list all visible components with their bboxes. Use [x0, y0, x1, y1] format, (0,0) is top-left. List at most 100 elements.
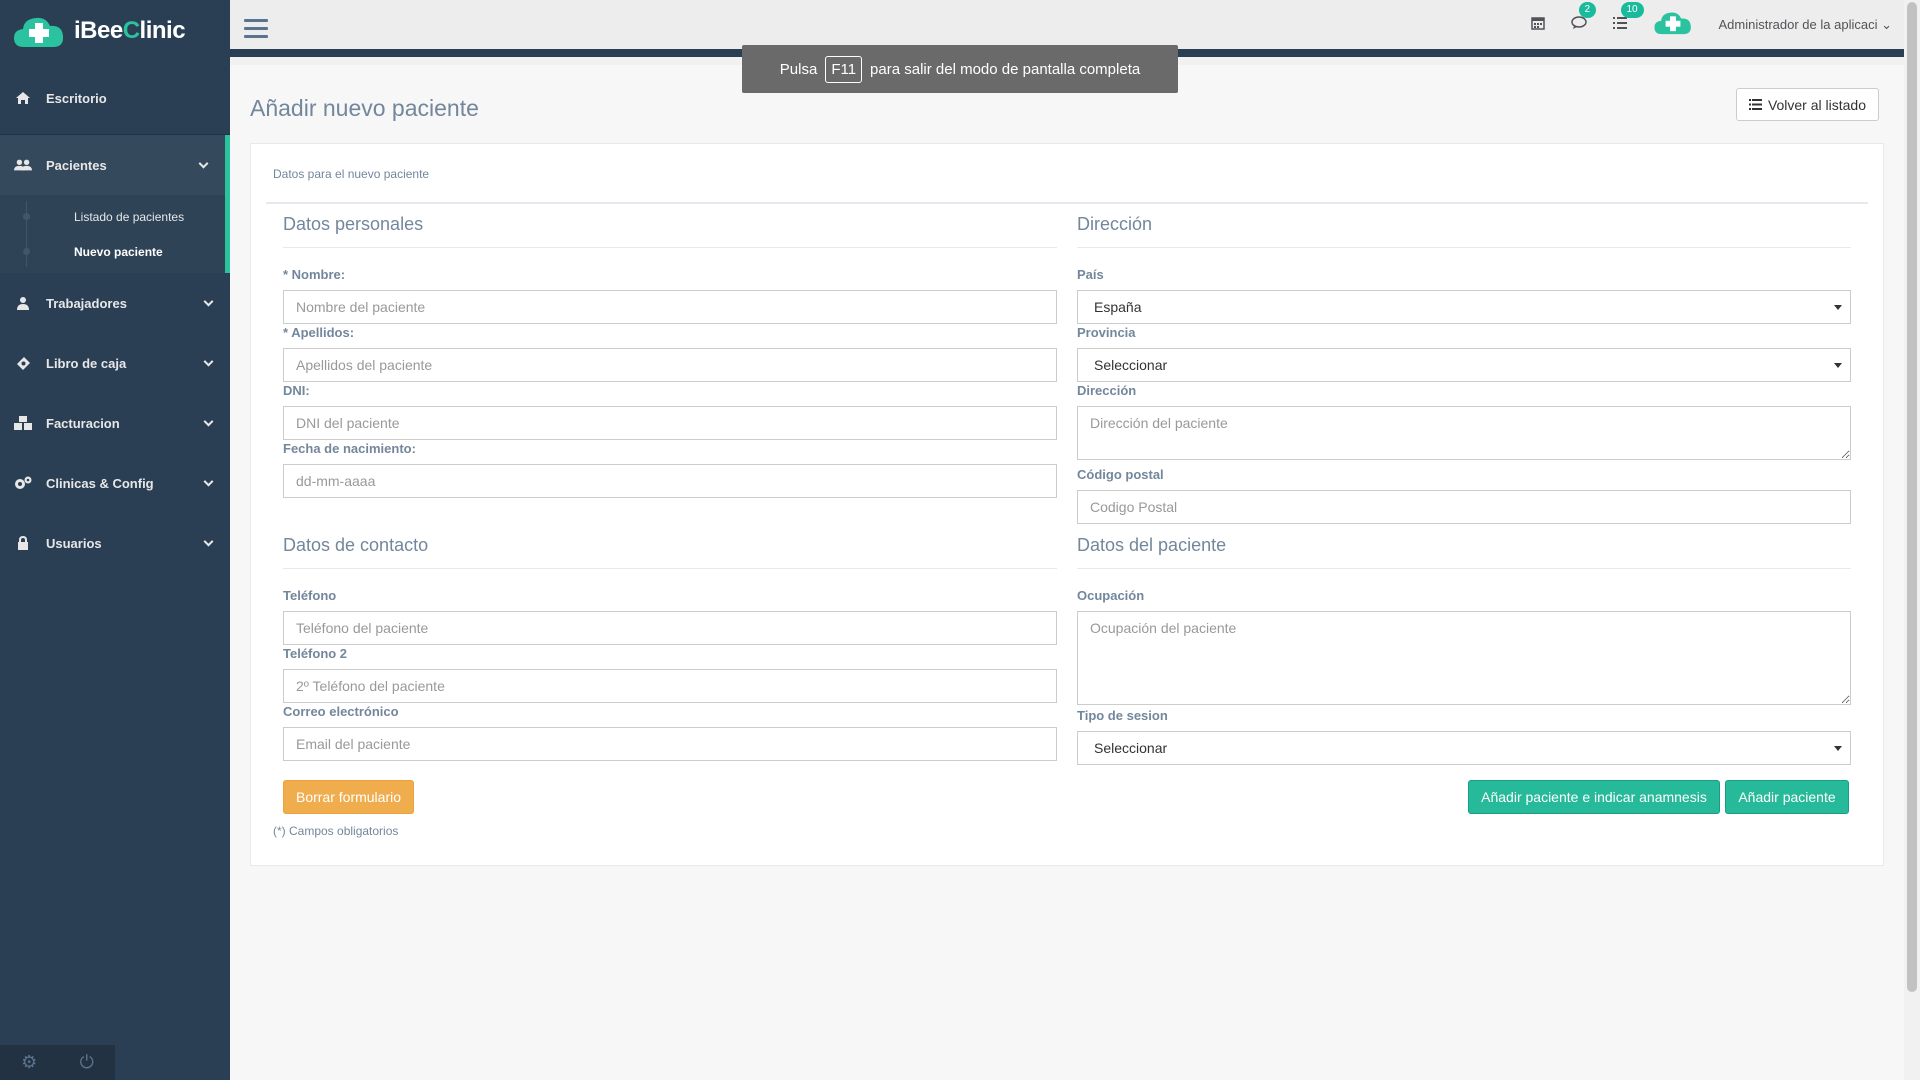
top-right-menu: 2 10 Administrador de la aplicaci ⌄ [1530, 0, 1893, 49]
bullet-icon [23, 248, 30, 255]
panel-title: Datos para el nuevo paciente [273, 167, 430, 181]
sidebar-footer: ⚙ ⏻ [0, 1045, 115, 1080]
direccion-label: Dirección [1077, 383, 1137, 398]
sidebar-item-label: Escritorio [46, 90, 107, 106]
back-button-label: Volver al listado [1767, 96, 1866, 113]
contact-section: Datos de contacto Teléfono Teléfono 2 Co… [283, 535, 1057, 761]
power-icon[interactable]: ⏻ [80, 1052, 94, 1073]
telefono2-label: Teléfono 2 [283, 646, 348, 661]
ocupacion-label: Ocupación [1077, 588, 1145, 603]
messages-badge: 2 [1578, 2, 1597, 18]
sidebar-item-facturacion[interactable]: Facturacion [0, 393, 230, 453]
patient-data-section: Datos del paciente Ocupación Tipo de ses… [1077, 535, 1851, 765]
ocupacion-textarea[interactable] [1077, 611, 1851, 705]
email-input[interactable] [283, 727, 1057, 761]
divider [266, 202, 1868, 204]
nombre-input[interactable] [283, 290, 1057, 324]
telefono-input[interactable] [283, 611, 1057, 645]
messages-icon[interactable]: 2 [1570, 2, 1597, 33]
sidebar-item-escritorio[interactable]: Escritorio [0, 68, 230, 128]
nombre-label: * Nombre: [283, 267, 346, 282]
toast-prefix: Pulsa [779, 60, 818, 78]
telefono-label: Teléfono [283, 588, 337, 603]
fullscreen-toast: Pulsa F11 para salir del modo de pantall… [742, 45, 1178, 93]
home-icon [14, 90, 32, 106]
list-icon [1748, 97, 1762, 113]
sidebar-item-clinicas-config[interactable]: Clinicas & Config [0, 453, 230, 513]
cogs-icon [14, 475, 32, 491]
provincia-selected-value: Seleccionar [1094, 357, 1168, 373]
user-name: Administrador de la aplicaci [1718, 16, 1878, 32]
money-icon [14, 355, 32, 371]
sidebar-item-label: Facturacion [46, 415, 120, 431]
cubes-icon [14, 415, 32, 431]
chevron-down-icon [203, 356, 214, 367]
user-menu[interactable]: Administrador de la aplicaci ⌄ [1719, 17, 1893, 33]
scrollbar[interactable] [1904, 0, 1920, 1080]
section-title: Datos del paciente [1077, 535, 1851, 569]
codigo-postal-input[interactable] [1077, 490, 1851, 524]
email-label: Correo electrónico [283, 704, 399, 719]
chevron-down-icon [198, 158, 209, 169]
chevron-down-icon: ⌄ [1881, 16, 1892, 32]
apellidos-input[interactable] [283, 348, 1057, 382]
app-logo[interactable]: iBeeClinic [0, 0, 230, 62]
apellidos-label: * Apellidos: [283, 325, 355, 340]
cloud-plus-icon[interactable] [1653, 10, 1693, 39]
address-section: Dirección País España Provincia Seleccio… [1077, 214, 1851, 524]
add-patient-button[interactable]: Añadir paciente [1725, 780, 1849, 814]
pais-select[interactable]: España [1077, 290, 1851, 324]
settings-icon[interactable]: ⚙ [21, 1052, 37, 1073]
add-patient-anamnesis-button[interactable]: Añadir paciente e indicar anamnesis [1468, 780, 1720, 814]
user-md-icon [14, 295, 32, 311]
chevron-down-icon [203, 416, 214, 427]
sidebar-subitem-nuevo[interactable]: Nuevo paciente [0, 234, 225, 269]
toast-suffix: para salir del modo de pantalla completa [870, 60, 1141, 78]
scrollbar-thumb[interactable] [1907, 2, 1917, 992]
chevron-down-icon [203, 476, 214, 487]
submenu-pacientes: Listado de pacientes Nuevo paciente [0, 195, 230, 273]
sidebar-item-pacientes[interactable]: Pacientes [0, 135, 230, 195]
tipo-sesion-selected-value: Seleccionar [1094, 740, 1168, 756]
telefono2-input[interactable] [283, 669, 1057, 703]
tasks-list-icon[interactable]: 10 [1612, 2, 1644, 33]
app-name: iBeeClinic [74, 17, 186, 44]
sidebar-item-label: Usuarios [46, 535, 102, 551]
sidebar-subitem-listado[interactable]: Listado de pacientes [0, 199, 225, 234]
sidebar-subitem-label: Listado de pacientes [74, 209, 185, 224]
section-title: Datos personales [283, 214, 1057, 248]
chevron-down-icon [203, 536, 214, 547]
pais-label: País [1077, 267, 1104, 282]
calendar-icon[interactable] [1530, 16, 1545, 33]
provincia-label: Provincia [1077, 325, 1136, 340]
sidebar-item-libro-caja[interactable]: Libro de caja [0, 333, 230, 393]
sidebar-subitem-label: Nuevo paciente [74, 244, 163, 259]
reset-form-button[interactable]: Borrar formulario [283, 780, 414, 814]
sidebar-nav: Escritorio Pacientes Listado de paciente… [0, 68, 230, 573]
provincia-select[interactable]: Seleccionar [1077, 348, 1851, 382]
fecha-nacimiento-label: Fecha de nacimiento: [283, 441, 416, 456]
section-title: Dirección [1077, 214, 1851, 248]
sidebar-item-label: Trabajadores [46, 295, 127, 311]
back-to-list-button[interactable]: Volver al listado [1735, 88, 1879, 121]
sidebar: iBeeClinic Escritorio Pacientes Listado … [0, 0, 230, 1080]
sidebar-item-label: Libro de caja [46, 355, 127, 371]
toast-key: F11 [825, 55, 863, 83]
dni-label: DNI: [283, 383, 310, 398]
direccion-textarea[interactable] [1077, 406, 1851, 460]
lock-icon [14, 535, 32, 551]
chevron-down-icon [203, 296, 214, 307]
page-title: Añadir nuevo paciente [250, 95, 479, 121]
sidebar-item-usuarios[interactable]: Usuarios [0, 513, 230, 573]
sidebar-item-trabajadores[interactable]: Trabajadores [0, 273, 230, 333]
pais-selected-value: España [1094, 299, 1142, 315]
menu-toggle-icon[interactable] [244, 19, 268, 43]
tasks-badge: 10 [1620, 2, 1644, 18]
sidebar-item-label: Clinicas & Config [46, 475, 154, 491]
dni-input[interactable] [283, 406, 1057, 440]
section-title: Datos de contacto [283, 535, 1057, 569]
cloud-plus-icon [12, 15, 66, 47]
fecha-nacimiento-input[interactable] [283, 464, 1057, 498]
tipo-sesion-select[interactable]: Seleccionar [1077, 731, 1851, 765]
codigo-postal-label: Código postal [1077, 467, 1164, 482]
